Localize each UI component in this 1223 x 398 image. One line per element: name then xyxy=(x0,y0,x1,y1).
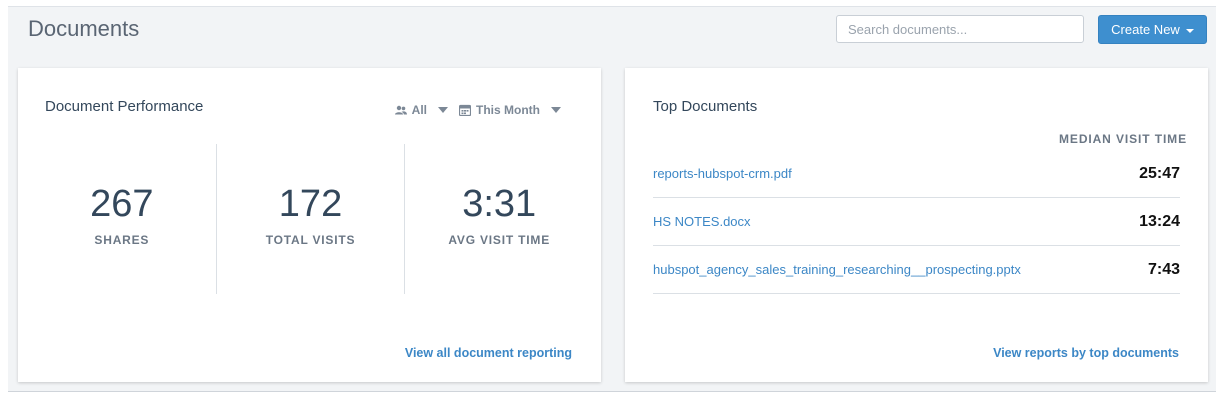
create-new-label: Create New xyxy=(1111,22,1180,37)
document-performance-card: Document Performance All This Month 267 … xyxy=(18,68,601,382)
stat-label: AVG VISIT TIME xyxy=(448,233,550,247)
search-input[interactable] xyxy=(836,15,1084,43)
performance-filters: All This Month xyxy=(394,103,566,117)
stat-label: SHARES xyxy=(94,233,150,247)
list-item: HS NOTES.docx 13:24 xyxy=(653,198,1180,246)
list-item: hubspot_agency_sales_training_researchin… xyxy=(653,246,1180,294)
card-title: Top Documents xyxy=(653,98,758,115)
people-filter[interactable]: All xyxy=(394,103,453,117)
top-documents-list: reports-hubspot-crm.pdf 25:47 HS NOTES.d… xyxy=(653,150,1180,294)
page-title: Documents xyxy=(28,16,140,41)
median-visit-time: 7:43 xyxy=(1147,260,1180,278)
stat-shares: 267 SHARES xyxy=(28,144,217,294)
card-title: Document Performance xyxy=(45,98,204,115)
documents-page: Documents Create New Document Performanc… xyxy=(8,6,1216,392)
period-filter[interactable]: This Month xyxy=(459,103,566,117)
median-visit-time-header: MEDIAN VISIT TIME xyxy=(1059,132,1187,146)
period-filter-label: This Month xyxy=(476,103,540,117)
people-filter-label: All xyxy=(411,103,428,117)
stat-avg-visit-time: 3:31 AVG VISIT TIME xyxy=(405,144,593,294)
top-documents-card: Top Documents MEDIAN VISIT TIME reports-… xyxy=(625,68,1208,382)
stat-value: 3:31 xyxy=(462,183,537,225)
document-link[interactable]: reports-hubspot-crm.pdf xyxy=(653,166,792,181)
median-visit-time: 13:24 xyxy=(1139,212,1180,230)
median-visit-time: 25:47 xyxy=(1139,164,1180,182)
list-item: reports-hubspot-crm.pdf 25:47 xyxy=(653,150,1180,198)
stats-row: 267 SHARES 172 TOTAL VISITS 3:31 AVG VIS… xyxy=(28,144,593,294)
view-all-reporting-link[interactable]: View all document reporting xyxy=(405,346,572,360)
view-top-documents-link[interactable]: View reports by top documents xyxy=(993,346,1179,360)
stat-label: TOTAL VISITS xyxy=(265,233,356,247)
stat-value: 267 xyxy=(90,183,154,225)
document-link[interactable]: hubspot_agency_sales_training_researchin… xyxy=(653,262,1021,277)
caret-down-icon xyxy=(438,107,449,113)
caret-down-icon xyxy=(1185,28,1194,33)
people-icon xyxy=(394,105,407,115)
stat-value: 172 xyxy=(278,183,343,225)
stat-total-visits: 172 TOTAL VISITS xyxy=(217,144,406,294)
create-new-button[interactable]: Create New xyxy=(1098,15,1207,44)
document-link[interactable]: HS NOTES.docx xyxy=(653,214,751,229)
calendar-icon xyxy=(459,104,472,116)
caret-down-icon xyxy=(551,107,561,113)
